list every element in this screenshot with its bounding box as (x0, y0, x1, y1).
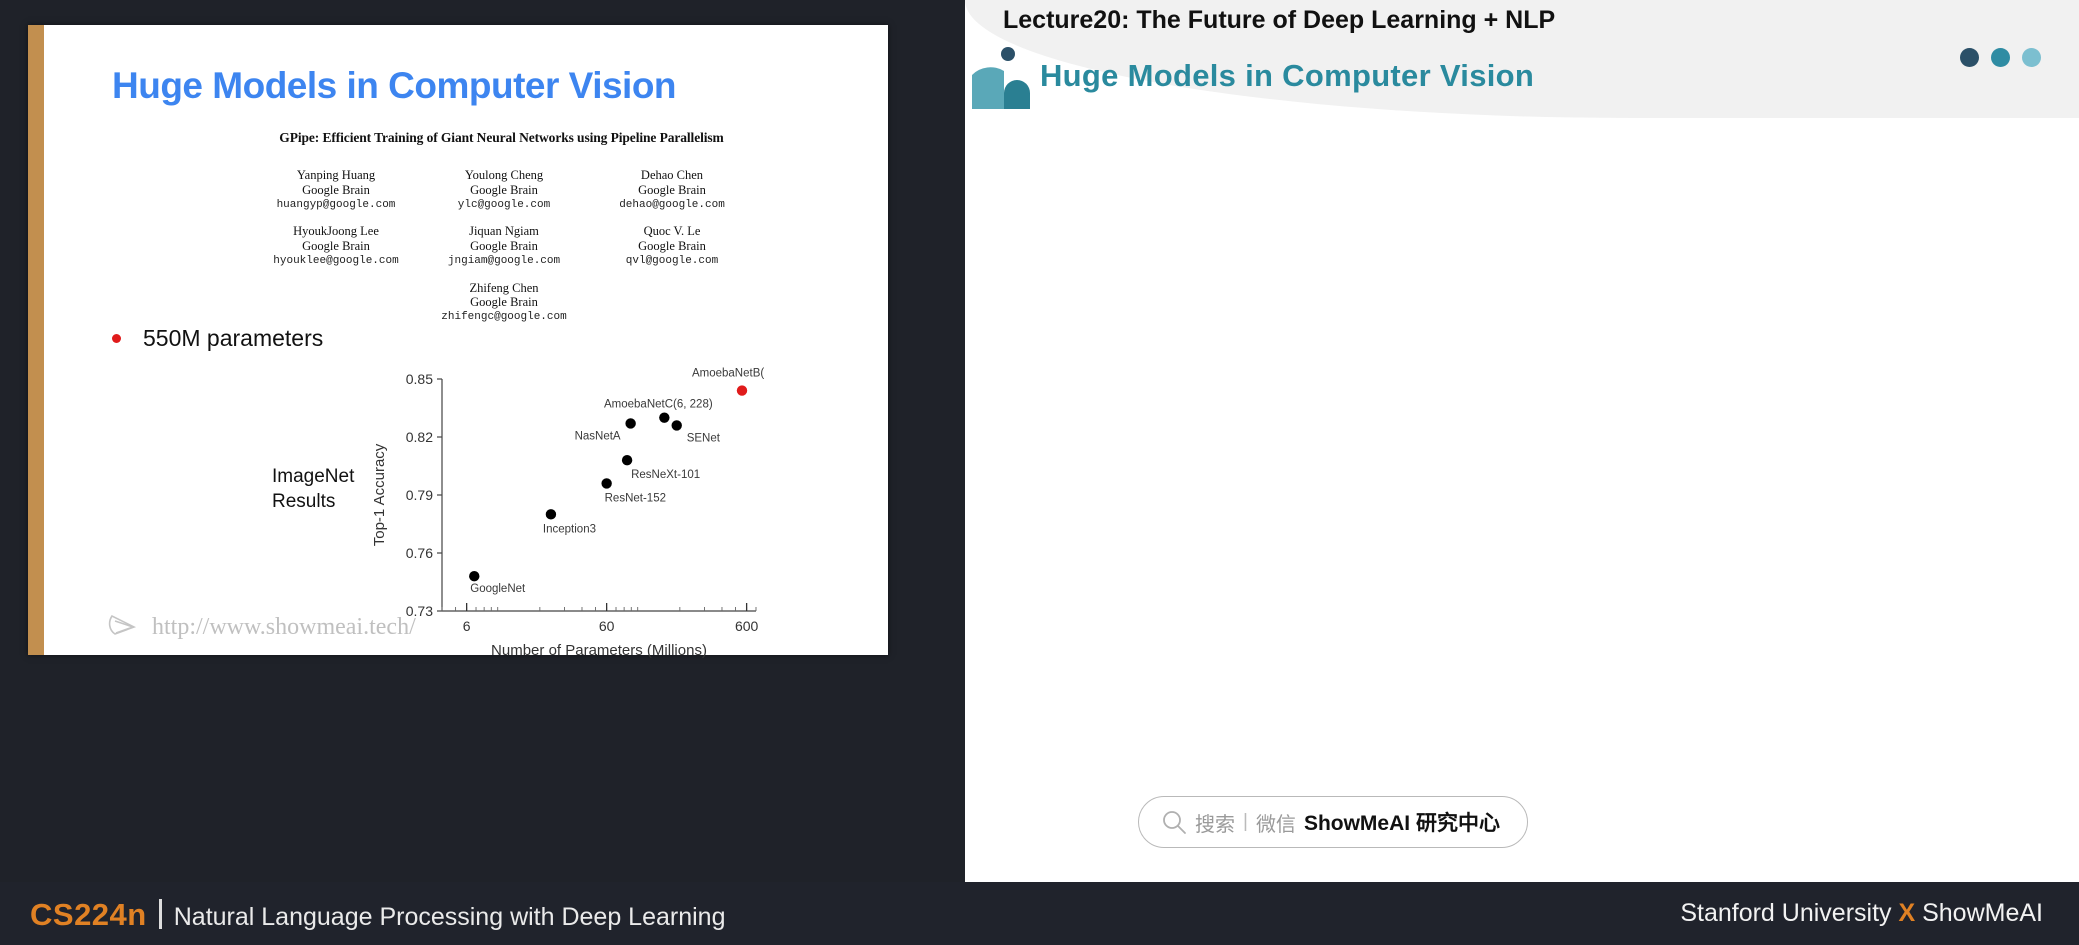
author-entry: HyoukJoong Lee Google Brain hyouklee@goo… (252, 224, 420, 268)
cursor-pointer-icon (108, 614, 137, 635)
author-affiliation: Google Brain (638, 239, 706, 254)
author-email: qvl@google.com (625, 254, 719, 267)
svg-text:ResNeXt-101: ResNeXt-101 (631, 469, 700, 481)
author-name: Yanping Huang (296, 168, 376, 182)
author-affiliation: Google Brain (302, 182, 370, 197)
bullet-item: 550M parameters (112, 325, 323, 352)
footer-course-code: CS224n (30, 896, 147, 932)
svg-text:0.76: 0.76 (406, 545, 433, 561)
footer-right: Stanford University X ShowMeAI (1680, 899, 2043, 928)
bullet-dot-icon (112, 334, 121, 343)
svg-text:Inception3: Inception3 (543, 523, 596, 535)
svg-text:Number of Parameters (Millions: Number of Parameters (Millions) (491, 642, 707, 659)
slide-accent-bar (28, 25, 44, 655)
author-email: dehao@google.com (619, 198, 725, 211)
author-email: hyouklee@google.com (273, 254, 399, 267)
scatter-chart-svg: 0.730.760.790.820.85Top-1 Accuracy6 60 600… (371, 368, 764, 659)
author-name: Jiquan Ngiam (469, 224, 539, 239)
search-divider: | (1243, 811, 1248, 832)
slide-content: Huge Models in Computer Vision GPipe: Ef… (44, 25, 888, 659)
watermark: http://www.showmeai.tech/ (106, 610, 416, 644)
svg-text:600: 600 (735, 618, 759, 634)
svg-text:0.79: 0.79 (406, 487, 433, 503)
bullet-label: 550M parameters (143, 325, 324, 351)
author-entry: Zhifeng Chen Google Brain zhifengc@googl… (420, 281, 588, 325)
author-entry: Yanping Huang Google Brain huangyp@googl… (252, 168, 420, 212)
author-row: Zhifeng Chen Google Brain zhifengc@googl… (244, 281, 764, 325)
author-row: Yanping Huang Google Brain huangyp@googl… (244, 168, 764, 212)
svg-text:0.82: 0.82 (406, 429, 433, 445)
author-email: huangyp@google.com (276, 198, 396, 211)
paper-author-block: Yanping Huang Google Brain huangyp@googl… (244, 168, 764, 325)
svg-text:6: 6 (463, 618, 471, 634)
search-placeholder: 搜索 (1195, 813, 1235, 836)
right-panel: Lecture20: The Future of Deep Learning +… (965, 0, 2079, 882)
footer-left: CS224n Natural Language Processing with … (30, 895, 725, 933)
footer-bar: CS224n Natural Language Processing with … (0, 882, 2079, 945)
author-email: zhifengc@google.com (441, 311, 567, 324)
footer-course-name: Natural Language Processing with Deep Le… (173, 902, 726, 931)
author-affiliation: Google Brain (470, 239, 538, 254)
author-affiliation: Google Brain (470, 182, 538, 197)
svg-text:AmoebaNetC(6, 228): AmoebaNetC(6, 228) (604, 399, 713, 411)
header-dot-3 (2022, 48, 2041, 67)
author-row: HyoukJoong Lee Google Brain hyouklee@goo… (244, 224, 764, 268)
author-entry: Dehao Chen Google Brain dehao@google.com (588, 168, 756, 212)
author-entry: Jiquan Ngiam Google Brain jngiam@google.… (420, 224, 588, 268)
showmeai-logo-icon (972, 47, 1030, 109)
svg-text:ResNet-152: ResNet-152 (605, 492, 666, 504)
paper-figure: GPipe: Efficient Training of Giant Neura… (244, 130, 764, 325)
footer-x-mark: X (1898, 899, 1916, 927)
scatter-chart: 0.73 0.76 0.79 0.82 0.85 Top-1 Accuracy 6 60 600… (364, 365, 764, 659)
author-affiliation: Google Brain (302, 239, 370, 254)
author-affiliation: Google Brain (470, 295, 538, 310)
search-brand: ShowMeAI 研究中心 (1303, 812, 1500, 835)
search-icon (1163, 811, 1186, 834)
search-channel: 微信 (1255, 813, 1296, 836)
footer-brand: ShowMeAI (1915, 899, 2043, 927)
svg-text:GoogleNet: GoogleNet (470, 583, 526, 595)
svg-text:0.85: 0.85 (406, 371, 433, 387)
watermark-url: http://www.showmeai.tech/ (152, 613, 416, 640)
author-entry: Youlong Cheng Google Brain ylc@google.co… (420, 168, 588, 212)
author-name: Dehao Chen (640, 168, 704, 182)
header-dot-1 (1960, 48, 1979, 67)
slide-title: Huge Models in Computer Vision (112, 65, 677, 106)
author-entry: Quoc V. Le Google Brain qvl@google.com (588, 224, 756, 268)
slide-panel: Huge Models in Computer Vision GPipe: Ef… (28, 25, 888, 659)
svg-text:NasNetA: NasNetA (575, 430, 621, 442)
svg-text:AmoebaNetB(6, 512): AmoebaNetB(6, 512) (692, 368, 764, 380)
author-email: ylc@google.com (457, 198, 551, 211)
search-box[interactable]: 搜索 | 微信 ShowMeAI 研究中心 (1138, 796, 1528, 848)
header-dots (1960, 48, 2041, 67)
footer-separator (158, 898, 162, 929)
header-dot-2 (1991, 48, 2010, 67)
author-affiliation: Google Brain (638, 182, 706, 197)
svg-text:60: 60 (599, 618, 615, 634)
author-name: HyoukJoong Lee (293, 224, 379, 239)
svg-text:SENet: SENet (687, 432, 721, 444)
svg-text:Top-1 Accuracy: Top-1 Accuracy (371, 443, 388, 546)
author-name: Youlong Cheng (464, 168, 544, 182)
paper-title: GPipe: Efficient Training of Giant Neura… (279, 130, 724, 145)
right-panel-heading: Huge Models in Computer Vision (1040, 58, 1535, 93)
footer-university: Stanford University (1680, 899, 1899, 927)
imagenet-results-line2: Results (272, 490, 336, 512)
author-email: jngiam@google.com (447, 254, 561, 267)
author-name: Quoc V. Le (643, 224, 701, 239)
author-name: Zhifeng Chen (469, 280, 539, 295)
imagenet-results-line1: ImageNet (272, 466, 355, 487)
imagenet-results-label: ImageNet Results (272, 465, 354, 514)
screen-root: Huge Models in Computer Vision GPipe: Ef… (0, 0, 2079, 945)
lecture-title: Lecture20: The Future of Deep Learning +… (1003, 6, 1556, 34)
